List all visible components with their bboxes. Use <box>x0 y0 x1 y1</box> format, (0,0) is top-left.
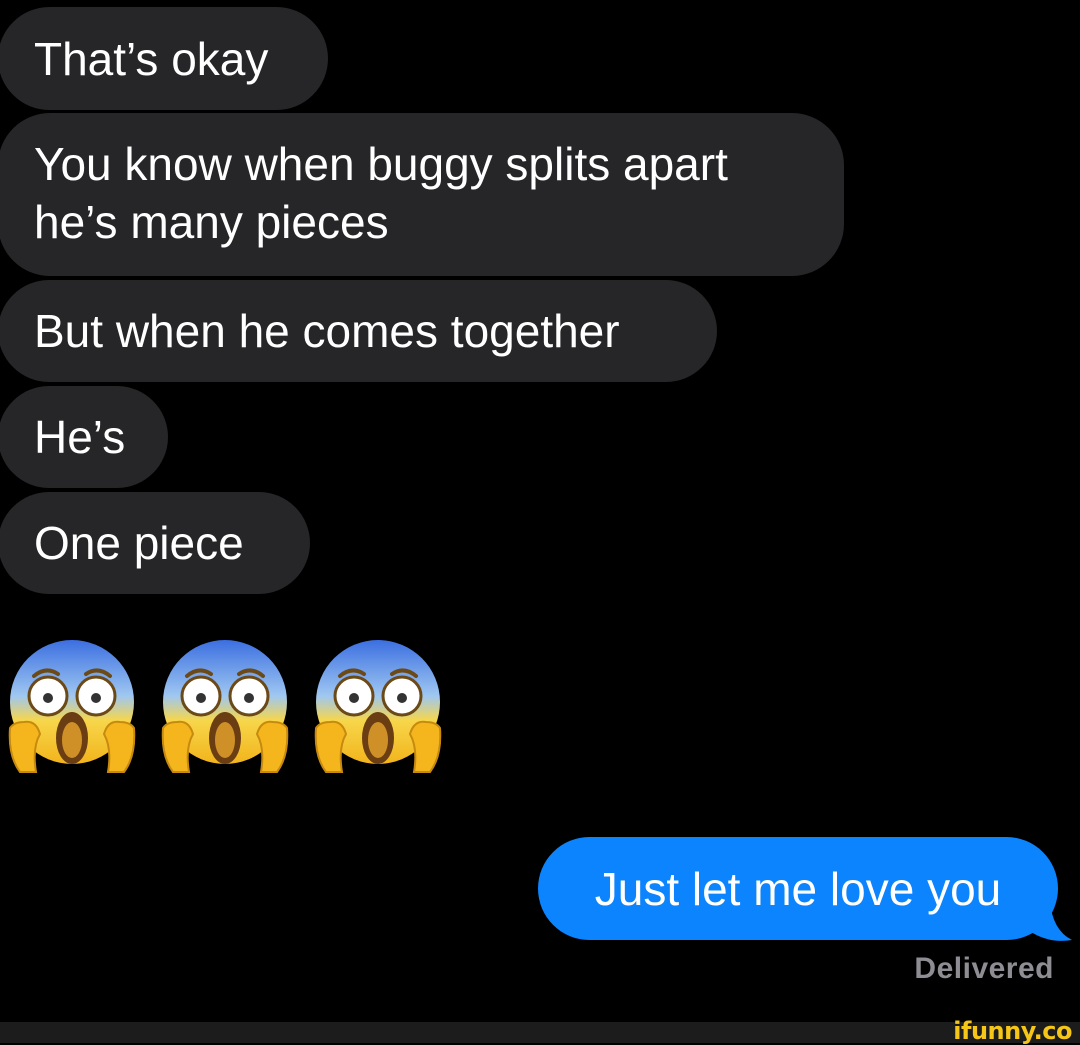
bottom-bar <box>0 1022 1080 1043</box>
face-screaming-in-fear-icon <box>161 640 289 773</box>
message-text: One piece <box>34 517 244 569</box>
message-text: That’s okay <box>34 32 269 85</box>
delivery-status: Delivered <box>914 952 1054 985</box>
incoming-message-bubble[interactable]: But when he comes together <box>0 280 717 382</box>
face-screaming-in-fear-icon <box>8 640 136 773</box>
watermark: ifunny.co <box>953 1017 1072 1045</box>
message-text: Just let me love you <box>594 862 1002 915</box>
message-text-line: he’s many pieces <box>34 196 389 248</box>
message-text-line: You know when buggy splits apart <box>34 138 728 190</box>
incoming-message-bubble[interactable]: One piece <box>0 492 310 594</box>
message-text: He’s <box>34 411 126 463</box>
incoming-message-bubble[interactable]: That’s okay <box>0 7 328 110</box>
face-screaming-in-fear-icon <box>314 640 442 773</box>
incoming-message-bubble[interactable]: He’s <box>0 386 168 488</box>
emoji-message[interactable] <box>6 636 446 776</box>
incoming-message-bubble[interactable]: You know when buggy splits apart he’s ma… <box>0 113 844 276</box>
message-text: But when he comes together <box>34 305 620 357</box>
outgoing-message-bubble[interactable]: Just let me love you <box>538 837 1058 940</box>
outgoing-bubble-tail <box>1028 900 1072 941</box>
